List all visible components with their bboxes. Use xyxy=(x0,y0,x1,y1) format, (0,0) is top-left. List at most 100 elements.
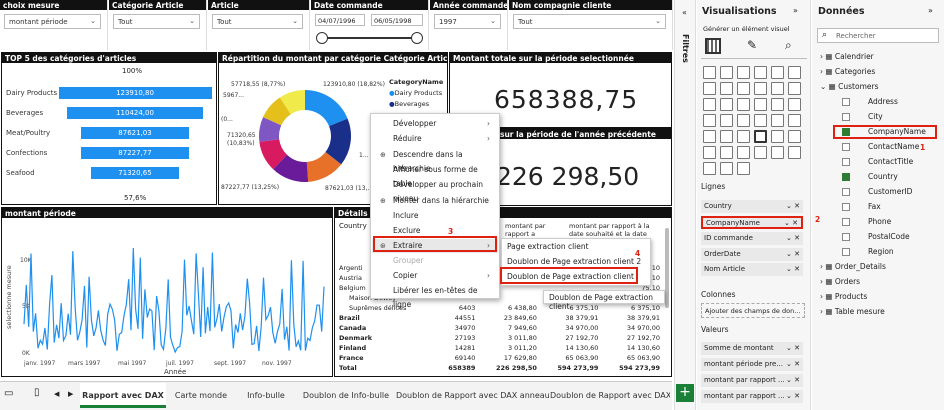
tree-table-calendrier[interactable]: › ▦ Calendrier xyxy=(820,52,874,61)
visual-type-icon[interactable] xyxy=(703,82,716,95)
visual-type-icon[interactable] xyxy=(788,98,801,111)
funnel-bar[interactable]: 123910,80 xyxy=(58,87,212,99)
visual-type-icon[interactable] xyxy=(703,114,716,127)
field-checkbox[interactable] xyxy=(842,113,850,121)
field-well-nom-article[interactable]: Nom Article ⌄ ✕ xyxy=(701,263,803,276)
colonnes-drop-zone[interactable]: Ajouter des champs de don... xyxy=(701,303,805,318)
field-checkbox[interactable] xyxy=(842,218,850,226)
remove-field-icon[interactable]: ⌄ ✕ xyxy=(786,390,800,403)
visual-type-icon[interactable] xyxy=(720,146,733,159)
expand-icon[interactable]: » xyxy=(793,6,798,15)
menu-item-developper[interactable]: Développer › xyxy=(372,117,498,131)
tree-table-order-details[interactable]: › ▦ Order_Details xyxy=(820,262,886,271)
field-well-country[interactable]: Country ⌄ ✕ xyxy=(701,200,803,213)
table-row[interactable]: Suprêmes délices 6403 6 438,80 6 375,10 6 37… xyxy=(337,303,662,313)
menu-item-prochain-niveau[interactable]: Développer au prochain niveau xyxy=(372,178,498,203)
field-checkbox[interactable] xyxy=(842,143,850,151)
tab-doublon-anneau[interactable]: Doublon de Rapport avec DAX anneau xyxy=(396,383,550,408)
line-chart-panel[interactable]: montant période selectionne mesure 10K 5… xyxy=(1,207,333,377)
tree-field[interactable]: City xyxy=(842,112,883,121)
submenu-item-page-extraction[interactable]: Page extraction client xyxy=(507,242,589,251)
visual-type-icon[interactable] xyxy=(737,82,750,95)
annee-dropdown[interactable]: 1997 ⌄ xyxy=(434,14,501,29)
remove-field-icon[interactable]: ⌄ ✕ xyxy=(786,200,800,213)
submenu-item-doublon-2[interactable]: Doublon de Page extraction client 2 xyxy=(507,257,641,266)
search-input[interactable]: ⌕ Rechercher xyxy=(817,28,939,43)
date-start-handle[interactable] xyxy=(316,32,328,44)
tab-doublon-ta[interactable]: Doublon de Rapport avec DAX ta xyxy=(550,383,670,408)
remove-field-icon[interactable]: ⌄ ✕ xyxy=(786,342,800,355)
table-row[interactable]: Total 658389 226 298,50 594 273,99 594 273,9… xyxy=(337,363,662,373)
visual-type-icon[interactable] xyxy=(771,114,784,127)
visual-type-icon[interactable] xyxy=(720,98,733,111)
tree-table-customers[interactable]: ⌄ ▦ Customers xyxy=(820,82,878,91)
tree-table-categories[interactable]: › ▦ Categories xyxy=(820,67,875,76)
remove-field-icon[interactable]: ⌄ ✕ xyxy=(786,358,800,371)
visual-type-icon[interactable] xyxy=(737,162,750,175)
top5-funnel-chart[interactable]: TOP 5 des catégories d'articles 100% Dai… xyxy=(1,52,217,205)
visual-type-icon[interactable] xyxy=(754,146,767,159)
menu-item-copier[interactable]: Copier › xyxy=(372,269,498,283)
tree-field[interactable]: Fax xyxy=(842,202,881,211)
visual-type-icon[interactable] xyxy=(771,146,784,159)
next-page-icon[interactable]: ▶ xyxy=(68,390,73,398)
col-header-country[interactable]: Country xyxy=(339,222,367,230)
tree-field[interactable]: ContactTitle xyxy=(842,157,913,166)
remove-field-icon[interactable]: ⌄ ✕ xyxy=(784,218,798,228)
build-visual-icon[interactable] xyxy=(705,38,721,54)
field-well-value[interactable]: montant par rapport ... ⌄ ✕ xyxy=(701,374,803,387)
funnel-bar[interactable]: 110424,00 xyxy=(66,107,204,119)
visual-type-icon[interactable] xyxy=(720,82,733,95)
field-checkbox[interactable] xyxy=(842,203,850,211)
col-header-3[interactable]: montant par rapport a xyxy=(505,222,565,238)
table-row[interactable]: Denmark 27193 3 011,80 27 192,70 27 192,70 xyxy=(337,333,662,343)
visual-type-icon[interactable] xyxy=(754,98,767,111)
field-checkbox[interactable] xyxy=(842,98,850,106)
categorie-dropdown[interactable]: Tout ⌄ xyxy=(113,14,200,29)
menu-item-table[interactable]: Afficher sous forme de table xyxy=(372,163,498,188)
funnel-bar[interactable]: 87227,77 xyxy=(81,147,189,159)
add-page-button[interactable]: + xyxy=(676,384,694,402)
funnel-bar[interactable]: 71320,65 xyxy=(90,167,180,179)
visual-type-icon[interactable] xyxy=(788,82,801,95)
visual-type-icon[interactable] xyxy=(703,66,716,79)
visual-type-icon[interactable] xyxy=(737,98,750,111)
expand-icon[interactable]: » xyxy=(928,6,933,15)
analytics-icon[interactable]: ⌕ xyxy=(785,38,801,54)
scrollbar[interactable] xyxy=(665,228,669,308)
visual-type-icon[interactable] xyxy=(788,146,801,159)
tree-table-orders[interactable]: › ▦ Orders xyxy=(820,277,860,286)
menu-item-reduire[interactable]: Réduire › xyxy=(372,132,498,146)
date-from-input[interactable]: 04/07/1996 xyxy=(315,14,365,26)
tree-table-products[interactable]: › ▦ Products xyxy=(820,292,867,301)
visual-type-icon[interactable] xyxy=(703,98,716,111)
remove-field-icon[interactable]: ⌄ ✕ xyxy=(786,232,800,245)
visual-type-icon[interactable] xyxy=(754,114,767,127)
field-checkbox[interactable] xyxy=(842,173,850,181)
menu-item-descendre[interactable]: ⊕ Descendre dans la hiérarchie xyxy=(372,148,498,173)
visual-type-icon[interactable] xyxy=(720,162,733,175)
compagnie-dropdown[interactable]: Tout ⌄ xyxy=(513,14,666,29)
visual-type-icon[interactable] xyxy=(737,146,750,159)
visual-type-icon[interactable] xyxy=(788,66,801,79)
field-well-value[interactable]: Somme de montant ⌄ ✕ xyxy=(701,342,803,355)
menu-item-monter[interactable]: ⊕ Monter dans la hiérarchie xyxy=(372,194,498,208)
field-checkbox[interactable] xyxy=(842,248,850,256)
tab-doublon-info-bulle[interactable]: Doublon de Info-bulle xyxy=(298,383,394,408)
table-row[interactable]: Finland 14281 3 011,20 14 130,60 14 130,60 xyxy=(337,343,662,353)
collapse-icon[interactable]: « xyxy=(682,8,687,17)
tree-field[interactable]: Address xyxy=(842,97,898,106)
visual-type-icon[interactable] xyxy=(720,66,733,79)
table-row[interactable]: France 69140 17 629,80 65 063,90 65 063,90 xyxy=(337,353,662,363)
desktop-view-icon[interactable]: ▭ xyxy=(4,388,13,399)
funnel-bar[interactable]: 87621,03 xyxy=(80,127,190,139)
visual-type-icon[interactable] xyxy=(754,82,767,95)
filters-pane-collapsed[interactable]: « Filtres xyxy=(674,0,696,410)
visual-type-icon[interactable] xyxy=(771,98,784,111)
menu-item-liberer[interactable]: Libérer les en-têtes de ligne xyxy=(372,284,498,309)
remove-field-icon[interactable]: ⌄ ✕ xyxy=(786,263,800,276)
visual-type-icon[interactable] xyxy=(771,66,784,79)
visual-type-icon[interactable] xyxy=(754,130,767,143)
tree-field[interactable]: CustomerID xyxy=(842,187,912,196)
visual-type-icon[interactable] xyxy=(737,66,750,79)
